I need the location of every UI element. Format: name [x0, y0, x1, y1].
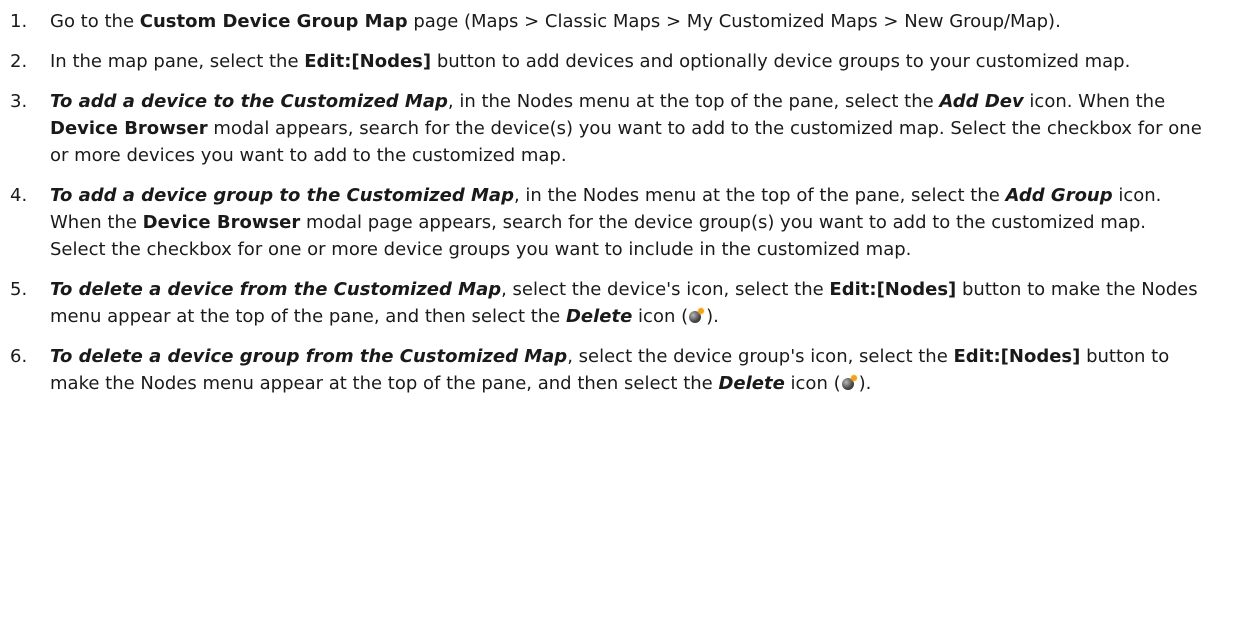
step-text: To delete a device group from the Custom… — [50, 343, 1207, 397]
step-text-run: , select the device group's icon, select… — [567, 346, 954, 367]
emphasis-text: To add a device group to the Customized … — [50, 185, 514, 206]
emphasis-text: To delete a device from the Customized M… — [50, 279, 502, 300]
step-text-run: ). — [858, 373, 872, 394]
step-item: 5. To delete a device from the Customize… — [10, 276, 1207, 330]
emphasis-text: Custom Device Group Map — [139, 11, 408, 32]
step-list: 1. Go to the Custom Device Group Map pag… — [10, 8, 1207, 397]
step-text: In the map pane, select the Edit:[Nodes]… — [50, 48, 1207, 75]
emphasis-text: Edit:[Nodes] — [304, 51, 432, 72]
step-text-run: icon. When the — [1023, 91, 1166, 112]
emphasis-text: Delete — [565, 306, 633, 327]
step-text-run: modal appears, search for the device(s) … — [50, 118, 1202, 166]
step-item: 4. To add a device group to the Customiz… — [10, 182, 1207, 263]
step-text-run: icon ( — [784, 373, 841, 394]
step-text: To add a device group to the Customized … — [50, 182, 1207, 263]
step-number: 2. — [10, 51, 28, 72]
emphasis-text: Add Dev — [939, 91, 1024, 112]
step-item: 6. To delete a device group from the Cus… — [10, 343, 1207, 397]
bomb-icon — [841, 375, 857, 390]
step-number: 6. — [10, 346, 28, 367]
emphasis-text: Add Group — [1005, 185, 1113, 206]
emphasis-text: Device Browser — [142, 212, 301, 233]
step-text-run: , in the Nodes menu at the top of the pa… — [447, 91, 940, 112]
step-number: 4. — [10, 185, 28, 206]
step-number: 3. — [10, 91, 28, 112]
step-text-run: page (Maps > Classic Maps > My Customize… — [407, 11, 1061, 32]
step-text: To delete a device from the Customized M… — [50, 276, 1207, 330]
emphasis-text: Delete — [718, 373, 785, 394]
step-text-run: , in the Nodes menu at the top of the pa… — [513, 185, 1006, 206]
step-text: To add a device to the Customized Map, i… — [50, 88, 1207, 169]
step-text-run: ). — [706, 306, 719, 327]
emphasis-text: To add a device to the Customized Map — [50, 91, 448, 112]
step-number: 1. — [10, 11, 28, 32]
step-text-run: button to add devices and optionally dev… — [431, 51, 1131, 72]
bomb-icon — [689, 308, 705, 323]
emphasis-text: Device Browser — [50, 118, 208, 139]
step-text-run: , select the device's icon, select the — [501, 279, 830, 300]
step-text: Go to the Custom Device Group Map page (… — [50, 8, 1207, 35]
emphasis-text: Edit:[Nodes] — [953, 346, 1081, 367]
step-item: 1. Go to the Custom Device Group Map pag… — [10, 8, 1207, 35]
step-text-run: In the map pane, select the — [50, 51, 305, 72]
emphasis-text: Edit:[Nodes] — [829, 279, 957, 300]
emphasis-text: To delete a device group from the Custom… — [50, 346, 568, 367]
step-text-run: Go to the — [50, 11, 140, 32]
step-number: 5. — [10, 279, 28, 300]
step-item: 2. In the map pane, select the Edit:[Nod… — [10, 48, 1207, 75]
step-item: 3. To add a device to the Customized Map… — [10, 88, 1207, 169]
step-text-run: icon ( — [632, 306, 689, 327]
document-page: 1. Go to the Custom Device Group Map pag… — [0, 0, 1237, 632]
